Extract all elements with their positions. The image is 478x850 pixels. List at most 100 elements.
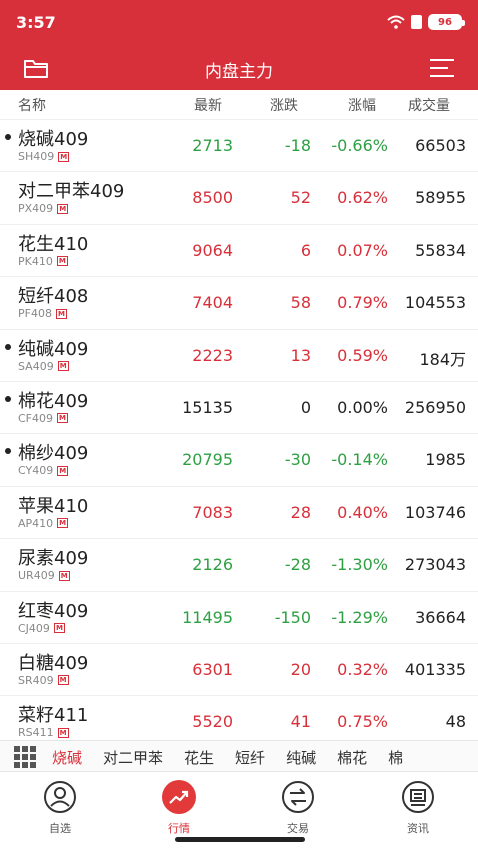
quick-nav-item[interactable]: 对二甲苯: [103, 747, 163, 768]
price-change: 13: [290, 345, 311, 365]
table-row[interactable]: 苹果410 AP410 M 7083 28 0.40% 103746: [0, 487, 478, 540]
tab-bar: 自选 行情 交易 资讯: [0, 772, 478, 850]
tab-label: 资讯: [407, 822, 429, 835]
wifi-icon: [387, 15, 405, 29]
volume: 273043: [404, 555, 466, 575]
contract-name: 短纤408: [18, 286, 89, 308]
table-row[interactable]: 烧碱409 SH409 M 2713 -18 -0.66% 66503: [0, 120, 478, 173]
volume: 256950: [404, 397, 466, 417]
table-row[interactable]: 短纤408 PF408 M 7404 58 0.79% 104553: [0, 277, 478, 330]
volume: 66503: [415, 136, 466, 155]
volume: 103746: [404, 502, 466, 522]
last-price: 15135: [182, 397, 233, 417]
main-contract-badge: M: [57, 675, 69, 686]
contract-name: 红枣409: [18, 600, 89, 622]
quick-nav-item[interactable]: 花生: [184, 747, 214, 768]
volume: 401335: [404, 659, 466, 679]
price-change-pct: -1.30%: [331, 555, 388, 575]
tab-market[interactable]: 行情: [134, 780, 224, 836]
contract-code-text: PK410: [18, 254, 53, 268]
table-row[interactable]: 白糖409 SR409 M 6301 20 0.32% 401335: [0, 644, 478, 697]
contract-code-text: RS411: [18, 726, 54, 740]
contract-code-text: SH409: [18, 150, 55, 163]
contract-code-text: SR409: [18, 673, 54, 687]
quote-list[interactable]: 烧碱409 SH409 M 2713 -18 -0.66% 66503 对二甲苯409 PX40…: [0, 120, 478, 740]
contract-code: SR409 M: [18, 674, 69, 687]
price-change: -18: [284, 136, 311, 155]
price-change: 20: [290, 659, 311, 679]
contract-name: 棉纱409: [18, 443, 89, 465]
contract-code-text: CJ409: [18, 621, 50, 635]
last-price: 9064: [192, 240, 233, 260]
price-change: 0: [300, 397, 311, 417]
header-last[interactable]: 最新: [194, 95, 222, 115]
contract-name: 尿素409: [18, 548, 89, 570]
status-time: 3:57: [16, 13, 56, 32]
header-name[interactable]: 名称: [18, 95, 46, 115]
contract-code-text: SA409: [18, 359, 54, 373]
contract-name: 花生410: [18, 233, 89, 255]
last-price: 2126: [192, 555, 233, 575]
main-contract-badge: M: [57, 465, 69, 476]
table-row[interactable]: 花生410 PK410 M 9064 6 0.07% 55834: [0, 225, 478, 278]
quick-nav-item[interactable]: 短纤: [235, 747, 265, 768]
table-row[interactable]: 纯碱409 SA409 M 2223 13 0.59% 184万: [0, 330, 478, 382]
main-contract-badge: M: [57, 727, 69, 738]
table-row[interactable]: 尿素409 UR409 M 2126 -28 -1.30% 273043: [0, 539, 478, 592]
contract-code-text: PF408: [18, 307, 52, 321]
main-contract-badge: M: [57, 413, 69, 424]
tab-label: 交易: [287, 822, 309, 835]
table-row[interactable]: 棉纱409 CY409 M 20795 -30 -0.14% 1985: [0, 434, 478, 487]
last-price: 7404: [192, 293, 233, 313]
main-contract-badge: M: [57, 203, 69, 214]
price-change-pct: 0.79%: [337, 293, 388, 313]
header-pct[interactable]: 涨幅: [348, 95, 376, 115]
trade-icon: [281, 780, 315, 814]
main-contract-badge: M: [58, 151, 70, 162]
contract-name: 白糖409: [18, 652, 89, 674]
header-change[interactable]: 涨跌: [270, 95, 298, 115]
price-change: -28: [284, 555, 311, 575]
contract-code-text: AP410: [18, 516, 54, 530]
volume: 104553: [404, 293, 466, 313]
grid-menu-icon[interactable]: [14, 746, 38, 768]
price-change: 6: [300, 240, 311, 260]
nav-bar: 内盘主力: [0, 46, 478, 90]
quick-nav-item[interactable]: 棉: [388, 747, 403, 768]
table-row[interactable]: 菜籽411 RS411 M 5520 41 0.75% 48: [0, 696, 478, 740]
price-change-pct: 0.75%: [337, 712, 388, 732]
volume: 184万: [419, 349, 466, 369]
last-price: 5520: [192, 712, 233, 732]
tab-trade[interactable]: 交易: [253, 780, 343, 836]
tab-label: 行情: [168, 822, 190, 835]
person-icon: [43, 780, 77, 814]
quick-nav-item[interactable]: 烧碱: [52, 747, 82, 768]
table-row[interactable]: 棉花409 CF409 M 15135 0 0.00% 256950: [0, 382, 478, 435]
price-change: 41: [290, 712, 311, 732]
status-system-icons: 96: [387, 14, 465, 30]
table-row[interactable]: 对二甲苯409 PX409 M 8500 52 0.62% 58955: [0, 172, 478, 225]
volume: 58955: [415, 188, 466, 208]
column-header: 名称 最新 涨跌 涨幅 成交量: [0, 90, 478, 120]
quick-nav-item[interactable]: 纯碱: [286, 747, 316, 768]
main-contract-badge: M: [53, 623, 65, 634]
price-change-pct: -0.14%: [331, 450, 388, 470]
header-volume[interactable]: 成交量: [408, 95, 450, 115]
alert-dot-icon: [5, 134, 11, 140]
price-change-pct: 0.00%: [337, 397, 388, 417]
contract-name: 苹果410: [18, 495, 89, 517]
table-row[interactable]: 红枣409 CJ409 M 11495 -150 -1.29% 36664: [0, 592, 478, 644]
contract-code: PX409 M: [18, 202, 69, 215]
contract-code: CJ409 M: [18, 622, 65, 635]
quick-nav-item[interactable]: 棉花: [337, 747, 367, 768]
contract-name: 纯碱409: [18, 338, 89, 360]
battery-icon: 96: [428, 14, 465, 30]
contract-code: RS411 M: [18, 726, 69, 739]
tab-news[interactable]: 资讯: [373, 780, 463, 836]
contract-code: PK410 M: [18, 255, 68, 268]
menu-icon[interactable]: [428, 56, 456, 84]
contract-code-text: UR409: [18, 569, 55, 583]
contract-code: CY409 M: [18, 464, 69, 477]
home-indicator: [175, 837, 305, 842]
tab-watchlist[interactable]: 自选: [15, 780, 105, 836]
